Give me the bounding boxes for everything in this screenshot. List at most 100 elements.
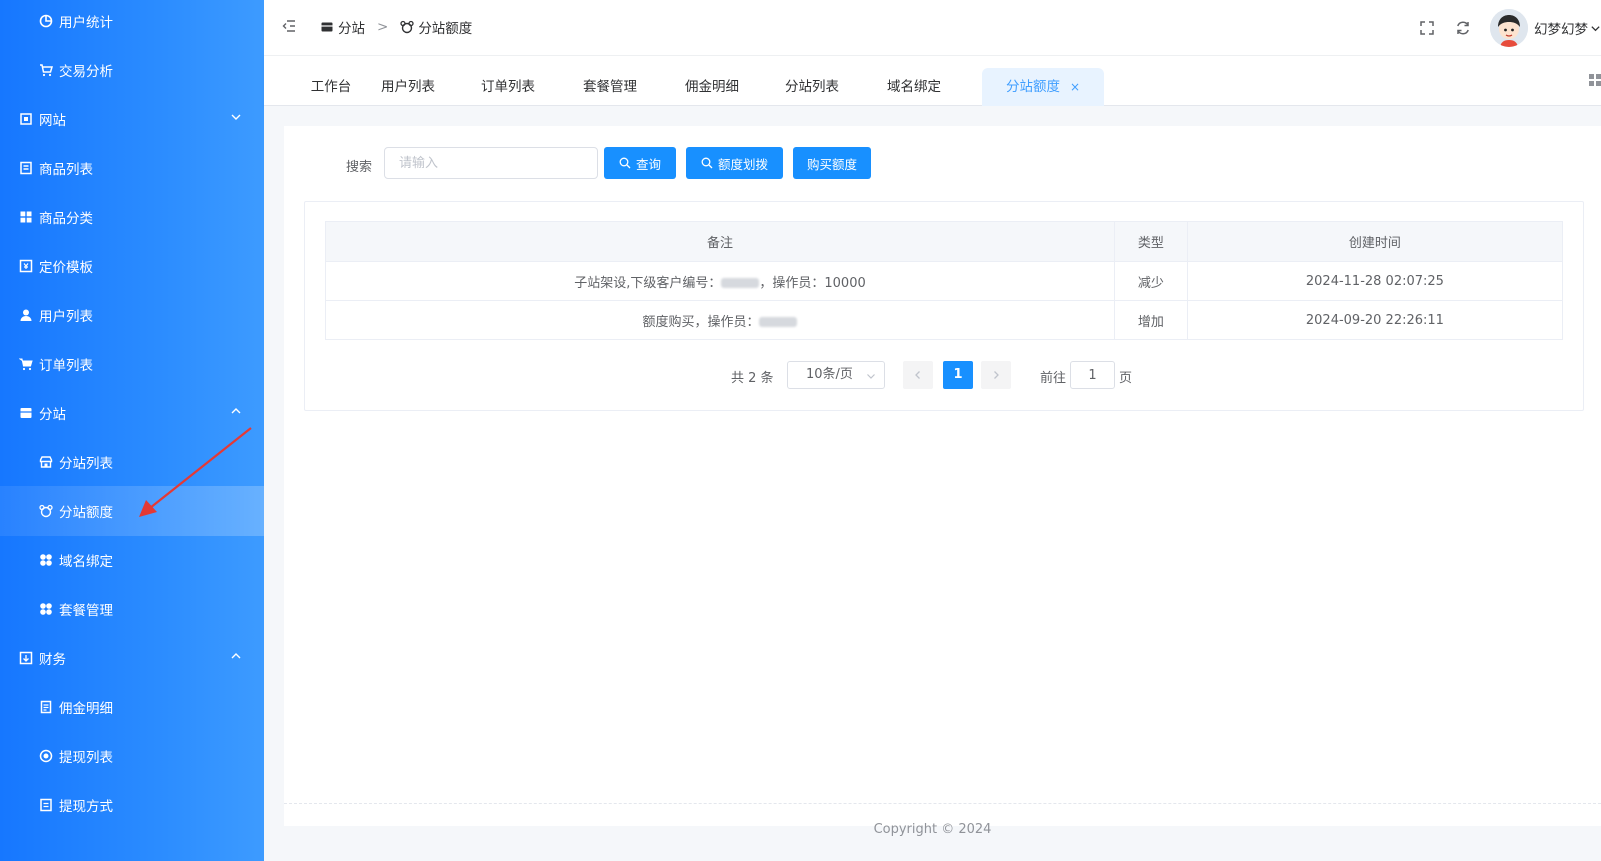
sidebar: 用户统计 交易分析 网站 商品列表 商品分类 定价模板 用户列表 订单列表 分站…	[0, 0, 264, 861]
sidebar-item-label: 定价模板	[39, 260, 93, 276]
sidebar-item-label: 套餐管理	[59, 603, 113, 619]
sidebar-item-label: 用户统计	[59, 15, 113, 31]
sidebar-item-withdraw-list[interactable]: 提现列表	[0, 731, 264, 781]
sidebar-item-substation[interactable]: 分站	[0, 388, 264, 438]
tab-menu-grid-icon[interactable]	[1589, 72, 1601, 88]
tab-commission-detail[interactable]: 佣金明细	[680, 68, 744, 106]
sidebar-item-label: 用户列表	[39, 309, 93, 325]
tab-user-list[interactable]: 用户列表	[376, 68, 440, 106]
column-header-remark: 备注	[325, 221, 1115, 262]
tab-workbench[interactable]: 工作台	[306, 68, 356, 106]
bear-icon	[400, 20, 414, 34]
sidebar-item-label: 域名绑定	[59, 554, 113, 570]
sidebar-item-finance[interactable]: 财务	[0, 633, 264, 683]
cell-type: 减少	[1113, 261, 1188, 301]
coin-icon	[39, 749, 53, 763]
footer-divider	[284, 803, 1601, 804]
sidebar-item-user-list[interactable]: 用户列表	[0, 290, 264, 340]
tab-substation-list[interactable]: 分站列表	[780, 68, 844, 106]
pagination-total: 共 2 条	[731, 371, 774, 386]
tab-domain-binding[interactable]: 域名绑定	[882, 68, 946, 106]
price-icon	[19, 259, 33, 273]
list-icon	[19, 161, 33, 175]
sidebar-item-label: 商品分类	[39, 211, 93, 227]
column-header-type: 类型	[1113, 221, 1188, 262]
chevron-down-icon[interactable]	[1590, 23, 1601, 34]
wallet-icon	[19, 651, 33, 665]
cell-created-time: 2024-09-20 22:26:11	[1186, 300, 1564, 340]
goto-page-input[interactable]	[1070, 361, 1115, 389]
buy-quota-button[interactable]: 购买额度	[793, 147, 871, 179]
sidebar-item-substation-list[interactable]: 分站列表	[0, 437, 264, 487]
quota-transfer-button[interactable]: 额度划拨	[686, 147, 783, 179]
sidebar-item-commission-detail[interactable]: 佣金明细	[0, 682, 264, 732]
sidebar-item-order-list[interactable]: 订单列表	[0, 339, 264, 389]
sidebar-item-domain-binding[interactable]: 域名绑定	[0, 535, 264, 585]
sidebar-item-label: 分站额度	[59, 505, 113, 521]
sidebar-item-product-category[interactable]: 商品分类	[0, 192, 264, 242]
prev-page-button[interactable]	[903, 361, 933, 389]
sidebar-item-product-list[interactable]: 商品列表	[0, 143, 264, 193]
document-icon	[39, 700, 53, 714]
tab-close-icon[interactable]: ×	[1070, 80, 1080, 94]
sidebar-item-website[interactable]: 网站	[0, 94, 264, 144]
avatar[interactable]	[1490, 9, 1528, 47]
sidebar-item-label: 财务	[39, 652, 66, 668]
next-page-button[interactable]	[981, 361, 1011, 389]
goto-label: 前往	[1040, 371, 1067, 386]
chevron-left-icon	[915, 371, 920, 379]
grid-icon	[19, 210, 33, 224]
sidebar-item-label: 商品列表	[39, 162, 93, 178]
flower-icon	[39, 602, 53, 616]
building-icon	[19, 112, 33, 126]
top-header: 分站 > 分站额度 幻梦幻梦	[264, 0, 1601, 56]
header-actions: 幻梦幻梦	[1418, 0, 1601, 56]
collapse-menu-icon[interactable]	[281, 18, 297, 34]
sidebar-item-label: 交易分析	[59, 64, 113, 80]
sidebar-item-label: 佣金明细	[59, 701, 113, 717]
sidebar-item-user-stats[interactable]: 用户统计	[0, 0, 264, 46]
tab-substation-quota[interactable]: 分站额度 ×	[982, 68, 1104, 106]
fullscreen-icon[interactable]	[1418, 19, 1436, 37]
username[interactable]: 幻梦幻梦	[1534, 18, 1588, 38]
footer-copyright: Copyright © 2024	[873, 822, 992, 837]
shop-icon	[19, 406, 33, 420]
table-panel: 备注 类型 创建时间 子站架设,下级客户编号： ，操作员：10000 减少 202…	[304, 201, 1584, 411]
chevron-up-icon	[231, 408, 241, 414]
sidebar-item-label: 分站列表	[59, 456, 113, 472]
user-icon	[19, 308, 33, 322]
redacted-value	[759, 317, 798, 327]
pie-chart-icon	[39, 14, 53, 28]
breadcrumb-item-substation[interactable]: 分站	[320, 17, 365, 37]
search-input[interactable]	[384, 147, 598, 179]
sidebar-item-trade-analysis[interactable]: 交易分析	[0, 45, 264, 95]
page-number-current[interactable]: 1	[943, 361, 973, 389]
tab-order-list[interactable]: 订单列表	[476, 68, 540, 106]
page-size-select[interactable]: 10条/页	[787, 361, 885, 389]
cart-icon	[19, 357, 33, 371]
sidebar-item-withdraw-method[interactable]: 提现方式	[0, 780, 264, 830]
cell-type: 增加	[1113, 300, 1188, 340]
shop-icon	[321, 22, 333, 32]
table-header-row: 备注 类型 创建时间	[325, 221, 1564, 262]
tab-package-management[interactable]: 套餐管理	[578, 68, 642, 106]
chevron-down-icon	[867, 374, 875, 379]
search-icon	[701, 157, 713, 169]
sidebar-item-label: 订单列表	[39, 358, 93, 374]
query-button[interactable]: 查询	[604, 147, 676, 179]
refresh-icon[interactable]	[1454, 19, 1472, 37]
breadcrumb-separator: >	[377, 19, 389, 35]
quota-table: 备注 类型 创建时间 子站架设,下级客户编号： ，操作员：10000 减少 202…	[325, 221, 1564, 340]
sidebar-item-substation-quota[interactable]: 分站额度	[0, 486, 264, 536]
table-row: 额度购买，操作员： 增加 2024-09-20 22:26:11	[325, 300, 1564, 340]
page-suffix-label: 页	[1119, 371, 1133, 386]
sidebar-item-package-management[interactable]: 套餐管理	[0, 584, 264, 634]
cell-created-time: 2024-11-28 02:07:25	[1186, 261, 1564, 301]
content-card: 搜索 查询 额度划拨 购买额度 备注 类型 创建时间	[284, 126, 1601, 826]
sidebar-item-label: 网站	[39, 113, 66, 129]
cell-remark: 额度购买，操作员：	[325, 300, 1115, 340]
sidebar-item-price-template[interactable]: 定价模板	[0, 241, 264, 291]
sidebar-item-label: 分站	[39, 407, 66, 423]
sidebar-item-label: 提现方式	[59, 799, 113, 815]
search-icon	[619, 157, 631, 169]
